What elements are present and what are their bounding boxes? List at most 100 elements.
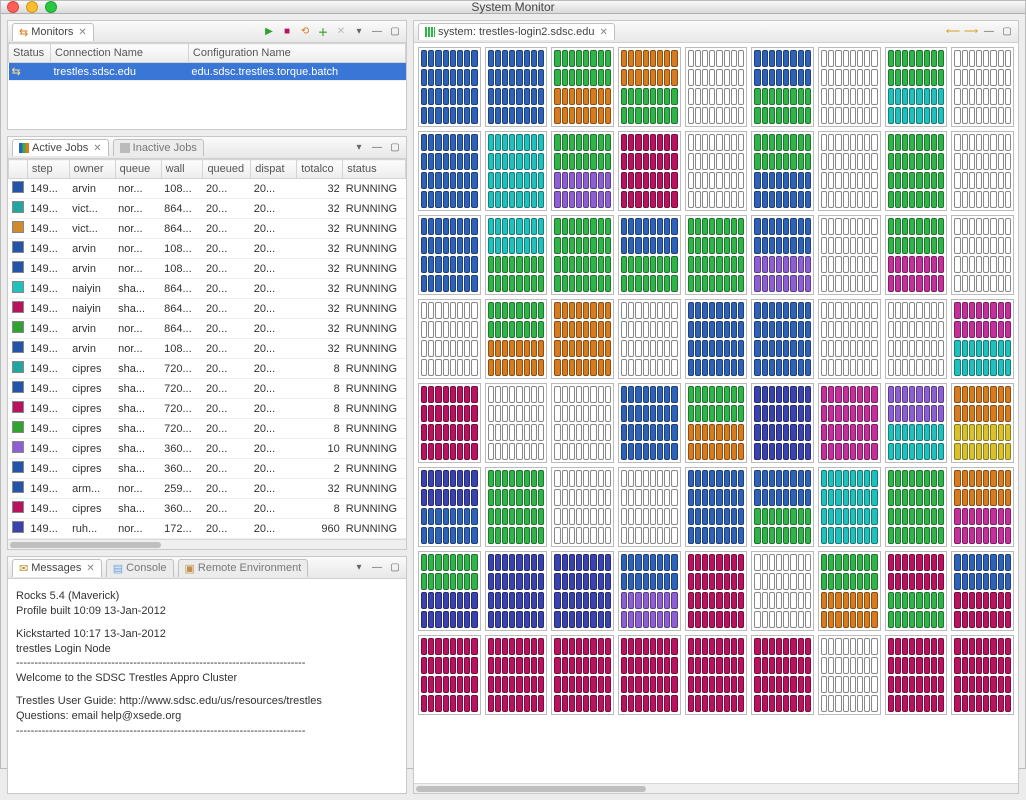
compute-node[interactable] <box>618 215 681 295</box>
compute-node[interactable] <box>818 467 881 547</box>
compute-node[interactable] <box>951 131 1014 211</box>
console-tab[interactable]: ▤ Console <box>106 559 174 577</box>
messages-body[interactable]: Rocks 5.4 (Maverick) Profile built 10:09… <box>8 579 406 793</box>
compute-node[interactable] <box>885 299 948 379</box>
nav-left-icon[interactable]: ⟵ <box>946 25 960 39</box>
compute-node[interactable] <box>751 299 814 379</box>
inactive-jobs-tab[interactable]: Inactive Jobs <box>113 139 204 156</box>
compute-node[interactable] <box>818 131 881 211</box>
compute-node[interactable] <box>618 131 681 211</box>
monitor-row[interactable]: ⇆ trestles.sdsc.edu edu.sdsc.trestles.to… <box>9 63 406 81</box>
compute-node[interactable] <box>485 131 548 211</box>
compute-node[interactable] <box>418 299 481 379</box>
compute-node[interactable] <box>685 635 748 715</box>
compute-node[interactable] <box>551 131 614 211</box>
compute-node[interactable] <box>951 467 1014 547</box>
stop-icon[interactable]: ■ <box>280 25 294 39</box>
compute-node[interactable] <box>485 467 548 547</box>
compute-node[interactable] <box>618 551 681 631</box>
compute-node[interactable] <box>885 383 948 463</box>
messages-tab[interactable]: ✉ Messages ✕ <box>12 559 102 577</box>
compute-node[interactable] <box>951 551 1014 631</box>
monitors-tab[interactable]: ⇆ Monitors ✕ <box>12 23 94 41</box>
compute-node[interactable] <box>618 47 681 127</box>
jobs-table-wrap[interactable]: stepownerqueuewallqueueddispattotalcosta… <box>8 159 406 539</box>
maximize-pane-icon[interactable]: ▢ <box>1000 25 1014 39</box>
compute-node[interactable] <box>485 383 548 463</box>
compute-node[interactable] <box>818 551 881 631</box>
compute-node[interactable] <box>818 635 881 715</box>
menu-icon[interactable]: ▾ <box>352 25 366 39</box>
active-jobs-tab[interactable]: Active Jobs ✕ <box>12 139 109 156</box>
job-row[interactable]: 149...naiyinsha...864...20...20...32RUNN… <box>9 279 406 299</box>
job-row[interactable]: 149...cipressha...720...20...20...8RUNNI… <box>9 379 406 399</box>
compute-node[interactable] <box>551 635 614 715</box>
job-row[interactable]: 149...cipressha...360...20...20...8RUNNI… <box>9 499 406 519</box>
compute-node[interactable] <box>551 215 614 295</box>
close-tab-icon[interactable]: ✕ <box>600 27 608 38</box>
compute-node[interactable] <box>751 383 814 463</box>
node-grid-wrap[interactable] <box>414 43 1018 783</box>
compute-node[interactable] <box>618 467 681 547</box>
h-scrollbar[interactable] <box>8 539 406 549</box>
compute-node[interactable] <box>418 551 481 631</box>
job-row[interactable]: 149...arvinnor...108...20...20...32RUNNI… <box>9 259 406 279</box>
compute-node[interactable] <box>751 551 814 631</box>
add-icon[interactable]: ＋ <box>316 25 330 39</box>
job-row[interactable]: 149...cipressha...720...20...20...8RUNNI… <box>9 419 406 439</box>
compute-node[interactable] <box>951 383 1014 463</box>
job-row[interactable]: 149...cipressha...720...20...20...8RUNNI… <box>9 359 406 379</box>
compute-node[interactable] <box>951 215 1014 295</box>
compute-node[interactable] <box>885 467 948 547</box>
compute-node[interactable] <box>951 47 1014 127</box>
compute-node[interactable] <box>551 383 614 463</box>
compute-node[interactable] <box>818 383 881 463</box>
jobs-col-step[interactable]: step <box>27 160 69 179</box>
close-tab-icon[interactable]: ✕ <box>78 27 86 38</box>
compute-node[interactable] <box>685 47 748 127</box>
compute-node[interactable] <box>618 635 681 715</box>
compute-node[interactable] <box>951 299 1014 379</box>
compute-node[interactable] <box>685 215 748 295</box>
compute-node[interactable] <box>751 467 814 547</box>
job-row[interactable]: 149...vict...nor...864...20...20...32RUN… <box>9 219 406 239</box>
maximize-pane-icon[interactable]: ▢ <box>388 25 402 39</box>
minimize-pane-icon[interactable]: — <box>370 141 384 155</box>
compute-node[interactable] <box>618 383 681 463</box>
close-tab-icon[interactable]: ✕ <box>86 563 94 574</box>
job-row[interactable]: 149...ruh...nor...172...20...20...960RUN… <box>9 519 406 539</box>
col-status[interactable]: Status <box>9 44 51 63</box>
job-row[interactable]: 149...cipressha...360...20...20...10RUNN… <box>9 439 406 459</box>
job-row[interactable]: 149...arvinnor...864...20...20...32RUNNI… <box>9 319 406 339</box>
minimize-pane-icon[interactable]: — <box>982 25 996 39</box>
h-scrollbar[interactable] <box>414 783 1018 793</box>
compute-node[interactable] <box>485 551 548 631</box>
jobs-col-queued[interactable]: queued <box>203 160 251 179</box>
compute-node[interactable] <box>485 299 548 379</box>
compute-node[interactable] <box>818 215 881 295</box>
col-connection[interactable]: Connection Name <box>51 44 189 63</box>
compute-node[interactable] <box>751 131 814 211</box>
job-row[interactable]: 149...arvinnor...108...20...20...32RUNNI… <box>9 179 406 199</box>
compute-node[interactable] <box>485 47 548 127</box>
system-tab[interactable]: system: trestles-login2.sdsc.edu ✕ <box>418 23 615 40</box>
close-tab-icon[interactable]: ✕ <box>93 143 101 154</box>
compute-node[interactable] <box>685 467 748 547</box>
job-row[interactable]: 149...naiyinsha...864...20...20...32RUNN… <box>9 299 406 319</box>
compute-node[interactable] <box>485 215 548 295</box>
play-icon[interactable]: ▶ <box>262 25 276 39</box>
compute-node[interactable] <box>818 47 881 127</box>
compute-node[interactable] <box>685 383 748 463</box>
compute-node[interactable] <box>418 383 481 463</box>
compute-node[interactable] <box>751 215 814 295</box>
compute-node[interactable] <box>418 467 481 547</box>
compute-node[interactable] <box>818 299 881 379</box>
compute-node[interactable] <box>418 131 481 211</box>
remove-icon[interactable]: ✕ <box>334 25 348 39</box>
compute-node[interactable] <box>551 47 614 127</box>
jobs-col-dispat[interactable]: dispat <box>251 160 297 179</box>
job-row[interactable]: 149...arm...nor...259...20...20...32RUNN… <box>9 479 406 499</box>
compute-node[interactable] <box>618 299 681 379</box>
compute-node[interactable] <box>885 551 948 631</box>
jobs-col-color[interactable] <box>9 160 28 179</box>
